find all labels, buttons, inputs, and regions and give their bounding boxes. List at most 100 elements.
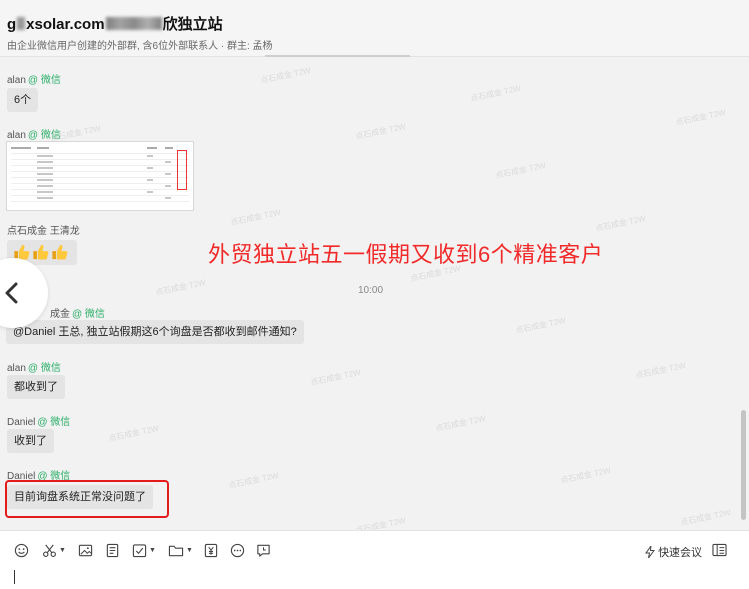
watermark: 点石成金 T2W: [107, 423, 160, 444]
table-row: [11, 189, 189, 190]
watermark: 点石成金 T2W: [494, 160, 547, 181]
chevron-down-icon: ▼: [149, 546, 156, 554]
table-header: [11, 147, 31, 149]
sender-name: alan: [7, 363, 26, 374]
chat-title[interactable]: g xsolar.com 欣独立站: [7, 13, 223, 34]
wechat-tag: @ 微信: [37, 417, 71, 428]
thumbs-up-icon: [33, 244, 49, 260]
watermark: 点石成金 T2W: [227, 470, 280, 491]
file-icon: [106, 543, 119, 557]
watermark: 点石成金 T2W: [674, 107, 727, 128]
text-input-cursor[interactable]: [14, 570, 15, 584]
table-cell: [37, 173, 53, 175]
message-bubble[interactable]: 6个: [7, 88, 39, 112]
sender-name: alan: [7, 75, 26, 86]
title-part: xsolar.com: [26, 16, 105, 33]
table-header: [37, 147, 49, 149]
message-sender[interactable]: 成金 @ 微信: [50, 305, 105, 320]
sidebar-toggle-button[interactable]: [712, 542, 727, 558]
message-sender[interactable]: Daniel @ 微信: [7, 413, 70, 428]
highlight-box: [5, 480, 169, 518]
title-part: g: [7, 16, 17, 33]
watermark: 点石成金 T2W: [594, 213, 647, 234]
watermark: 点石成金 T2W: [309, 367, 362, 388]
chevron-down-icon: ▼: [186, 546, 193, 554]
message-bubble[interactable]: 都收到了: [7, 375, 65, 399]
watermark: 点石成金 T2W: [154, 277, 207, 298]
chat-header: g xsolar.com 欣独立站 由企业微信用户创建的外部群, 含6位外部联系人 …: [0, 0, 749, 57]
money-button[interactable]: [204, 542, 218, 558]
watermark: 点石成金 T2W: [434, 413, 487, 434]
message-sender[interactable]: 点石成金 王清龙: [7, 222, 80, 237]
table-cell: [165, 185, 171, 187]
message-sender[interactable]: alan @ 微信: [7, 359, 61, 374]
table-row: [11, 183, 189, 184]
back-button[interactable]: [0, 258, 48, 328]
table-row: [11, 165, 189, 166]
scrollbar[interactable]: [741, 410, 746, 520]
table-cell: [147, 179, 153, 181]
table-cell: [165, 173, 171, 175]
wechat-tag: @ 微信: [27, 130, 61, 141]
todo-icon: [132, 543, 147, 557]
more-icon: [230, 543, 245, 557]
redacted-mark: [105, 17, 162, 30]
table-cell: [37, 161, 53, 163]
lightning-icon: [645, 544, 655, 559]
table-cell: [37, 185, 53, 187]
wechat-tag: @ 微信: [27, 363, 61, 374]
chat-record-button[interactable]: [256, 542, 271, 558]
watermark: 点石成金 T2W: [514, 315, 567, 336]
table-row: [11, 153, 189, 154]
todo-button[interactable]: ▼: [132, 542, 156, 558]
watermark: 点石成金 T2W: [259, 65, 312, 86]
emoji-button[interactable]: [14, 542, 29, 558]
sender-name: 点石成金 王清龙: [7, 226, 80, 237]
table-cell: [37, 197, 53, 199]
watermark: 点石成金 T2W: [559, 465, 612, 486]
highlight-box: [177, 150, 187, 190]
table-cell: [37, 191, 53, 193]
back-arrow-icon: [5, 282, 18, 304]
time-divider: 10:00: [358, 285, 384, 296]
annotation-text: 外贸独立站五一假期又收到6个精准客户: [208, 242, 604, 267]
image-button[interactable]: [78, 542, 93, 558]
table-cell: [165, 197, 171, 199]
image-icon: [78, 544, 93, 556]
sidebar-icon: [712, 543, 727, 557]
quick-meeting-label: 快速会议: [658, 547, 703, 559]
message-bubble[interactable]: @Daniel 王总, 独立站假期这6个询盘是否都收到邮件通知?: [6, 320, 304, 344]
watermark: 点石成金 T2W: [679, 507, 732, 528]
watermark: 点石成金 T2W: [229, 207, 282, 228]
table-row: [11, 201, 189, 202]
chat-record-icon: [257, 544, 270, 557]
image-message[interactable]: [6, 141, 194, 211]
sender-name: alan: [7, 130, 26, 141]
sender-name: Daniel: [7, 417, 36, 428]
divider: [265, 55, 410, 57]
table-header: [147, 147, 157, 149]
file-button[interactable]: [105, 542, 120, 558]
table-row: [11, 159, 189, 160]
watermark: 点石成金 T2W: [354, 121, 407, 142]
folder-button[interactable]: ▼: [168, 542, 193, 558]
redacted-mark: [17, 17, 26, 30]
message-composer: ▼ ▼ ▼ 快速会议: [0, 530, 749, 589]
table-header: [165, 147, 173, 149]
table-cell: [37, 179, 53, 181]
message-sender[interactable]: alan @ 微信: [7, 71, 61, 86]
message-sender[interactable]: alan @ 微信: [7, 126, 61, 141]
table-row: [11, 195, 189, 196]
money-icon: [204, 543, 218, 557]
title-part: 欣独立站: [162, 16, 223, 33]
table-cell: [165, 161, 171, 163]
screenshot-button[interactable]: ▼: [42, 542, 66, 558]
table-row: [11, 171, 189, 172]
table-cell: [147, 167, 153, 169]
message-bubble[interactable]: 收到了: [7, 429, 54, 453]
more-button[interactable]: [230, 542, 245, 558]
table-row: [11, 177, 189, 178]
quick-meeting-button[interactable]: 快速会议: [645, 544, 702, 560]
table-cell: [147, 155, 153, 157]
folder-icon: [168, 545, 184, 556]
